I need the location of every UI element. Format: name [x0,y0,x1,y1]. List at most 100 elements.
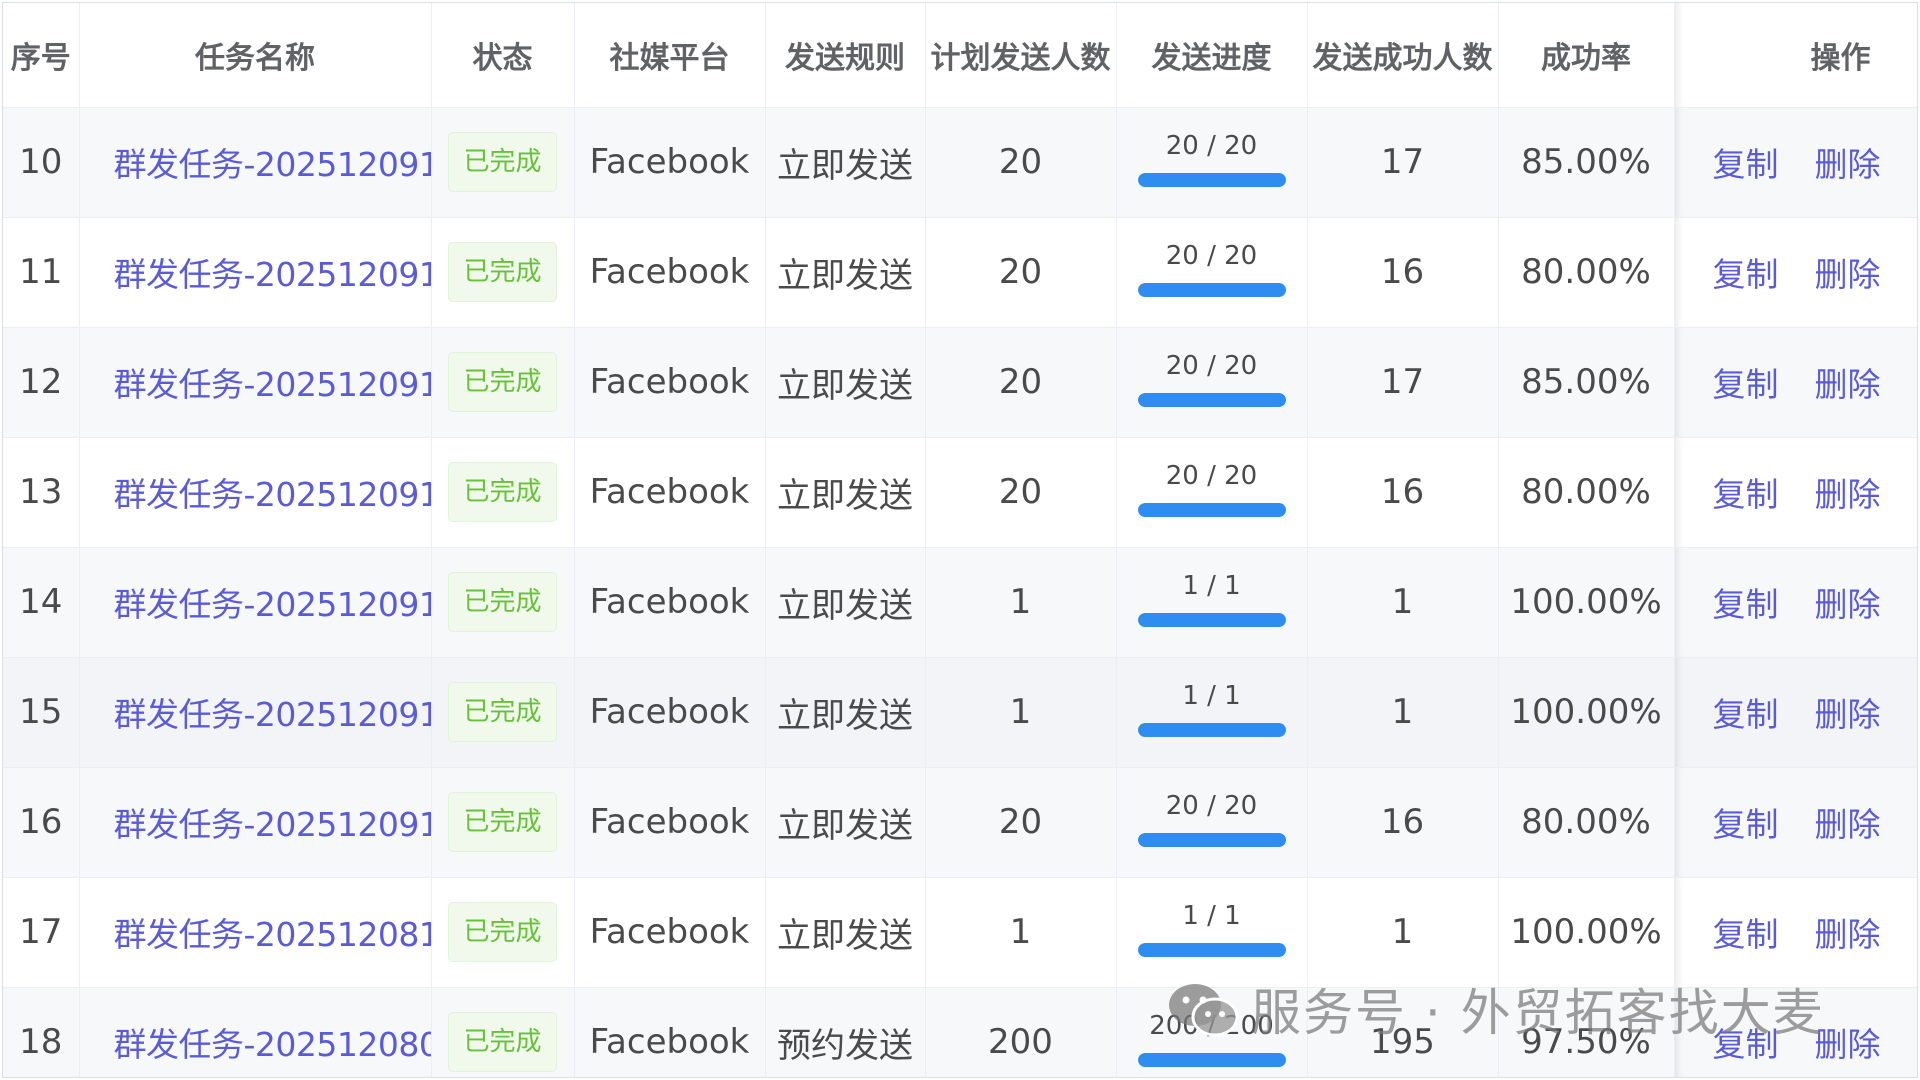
status-cell: 已完成 [431,657,575,768]
header-platform: 社媒平台 [574,3,766,108]
copy-button[interactable]: 复制 [1713,578,1779,626]
copy-button[interactable]: 复制 [1713,798,1779,846]
delete-button[interactable]: 删除 [1815,248,1881,296]
progress-bar [1137,283,1286,297]
table-row: 15群发任务-20251209135434已完成Facebook立即发送11 /… [3,657,1917,768]
task-name-link[interactable]: 群发任务-20251209150839 [114,145,431,184]
status-cell: 已完成 [431,217,575,328]
header-success-count: 发送成功人数 [1307,3,1499,108]
table-row: 14群发任务-20251209135729已完成Facebook立即发送11 /… [3,547,1917,658]
actions-cell: 复制 删除 [1674,767,1917,878]
task-name-link[interactable]: 群发任务-20251209135434 [114,695,431,734]
row-index: 14 [3,547,80,658]
platform-cell: Facebook [574,437,766,548]
row-index: 12 [3,327,80,438]
send-rule-cell: 立即发送 [765,217,926,328]
delete-button[interactable]: 删除 [1815,358,1881,406]
delete-button[interactable]: 删除 [1815,138,1881,186]
progress-text: 200 / 200 [1149,1011,1274,1041]
progress-bar-fill [1137,503,1286,517]
platform-cell: Facebook [574,107,766,218]
success-count-cell: 17 [1307,107,1499,218]
progress-bar-fill [1137,283,1286,297]
send-rule-cell: 立即发送 [765,437,926,548]
copy-button[interactable]: 复制 [1713,248,1779,296]
platform-cell: Facebook [574,877,766,988]
status-cell: 已完成 [431,547,575,658]
task-name-link[interactable]: 群发任务-20251209135729 [114,585,431,624]
table-row: 17群发任务-20251208101610已完成Facebook立即发送11 /… [3,877,1917,988]
copy-button[interactable]: 复制 [1713,688,1779,736]
task-name-link[interactable]: 群发任务-20251208095741 [114,1025,431,1064]
status-badge: 已完成 [448,352,557,412]
task-name-cell: 群发任务-20251209150732 [79,217,432,328]
delete-button[interactable]: 删除 [1815,688,1881,736]
status-badge: 已完成 [448,242,557,302]
copy-button[interactable]: 复制 [1713,1018,1779,1066]
delete-button[interactable]: 删除 [1815,468,1881,516]
status-badge: 已完成 [448,1012,557,1072]
progress-cell: 200 / 200 [1116,987,1308,1077]
progress-bar [1137,723,1286,737]
success-count-cell: 1 [1307,657,1499,768]
progress-cell: 1 / 1 [1116,657,1308,768]
delete-button[interactable]: 删除 [1815,578,1881,626]
header-task-name: 任务名称 [79,3,432,108]
progress-bar-fill [1137,943,1286,957]
success-count-cell: 16 [1307,767,1499,878]
send-rule-cell: 立即发送 [765,877,926,988]
task-name-cell: 群发任务-20251209141146 [79,437,432,548]
table-row: 10 群发任务-20251209150839 已完成 Facebook立即发送20 20… [3,107,1917,218]
success-rate-cell: 100.00% [1498,547,1675,658]
success-rate-cell: 100.00% [1498,877,1675,988]
copy-button[interactable]: 复制 [1713,358,1779,406]
header-status: 状态 [431,3,575,108]
status-cell: 已完成 [431,877,575,988]
header-planned-count: 计划发送人数 [925,3,1117,108]
task-name-link[interactable]: 群发任务-20251209135312 [114,805,431,844]
status-cell: 已完成 [431,767,575,878]
progress-bar [1137,1053,1286,1067]
status-cell: 已完成 [431,987,575,1077]
task-name-cell: 群发任务-20251208095741 [79,987,432,1077]
copy-button[interactable]: 复制 [1713,468,1779,516]
task-name-link[interactable]: 群发任务-20251209144825 [114,365,431,404]
row-index: 18 [3,987,80,1077]
header-actions: 操作 [1674,3,1917,108]
actions-cell: 复制 删除 [1674,877,1917,988]
progress-bar [1137,833,1286,847]
table-body: 10群发任务-20251209150839已完成Facebook立即发送2020… [3,107,1917,1077]
progress-bar [1137,173,1286,187]
progress-bar [1137,393,1286,407]
progress-text: 20 / 20 [1165,461,1258,491]
planned-count-cell: 1 [925,657,1117,768]
table-header-row: 序号 任务名称 状态 社媒平台 发送规则 计划发送人数 发送进度 发送成功人数 … [3,3,1917,108]
actions-cell: 复制 删除 [1674,437,1917,548]
progress-cell: 20 / 20 [1116,217,1308,328]
task-name-link[interactable]: 群发任务-20251209150732 [114,255,431,294]
progress-text: 20 / 20 [1165,791,1258,821]
task-name-link[interactable]: 群发任务-20251209141146 [114,475,431,514]
delete-button[interactable]: 删除 [1815,908,1881,956]
planned-count-cell: 1 [925,877,1117,988]
progress-bar [1137,503,1286,517]
progress-text: 1 / 1 [1182,681,1241,711]
header-success-rate: 成功率 [1498,3,1675,108]
send-rule-cell: 立即发送 [765,657,926,768]
platform-cell: Facebook [574,547,766,658]
copy-button[interactable]: 复制 [1713,908,1779,956]
send-rule-cell: 立即发送 [765,547,926,658]
status-badge: 已完成 [448,902,557,962]
task-name-link[interactable]: 群发任务-20251208101610 [114,915,431,954]
status-cell: 已完成 [431,107,575,218]
progress-bar-fill [1137,723,1286,737]
planned-count-cell: 20 [925,437,1117,548]
success-count-cell: 16 [1307,217,1499,328]
delete-button[interactable]: 删除 [1815,798,1881,846]
copy-button[interactable]: 复制 [1713,138,1779,186]
delete-button[interactable]: 删除 [1815,1018,1881,1066]
task-name-cell: 群发任务-20251209135729 [79,547,432,658]
task-table-panel: 序号 任务名称 状态 社媒平台 发送规则 计划发送人数 发送进度 发送成功人数 … [2,2,1918,1078]
status-cell: 已完成 [431,327,575,438]
progress-cell: 20 / 20 [1116,107,1308,218]
